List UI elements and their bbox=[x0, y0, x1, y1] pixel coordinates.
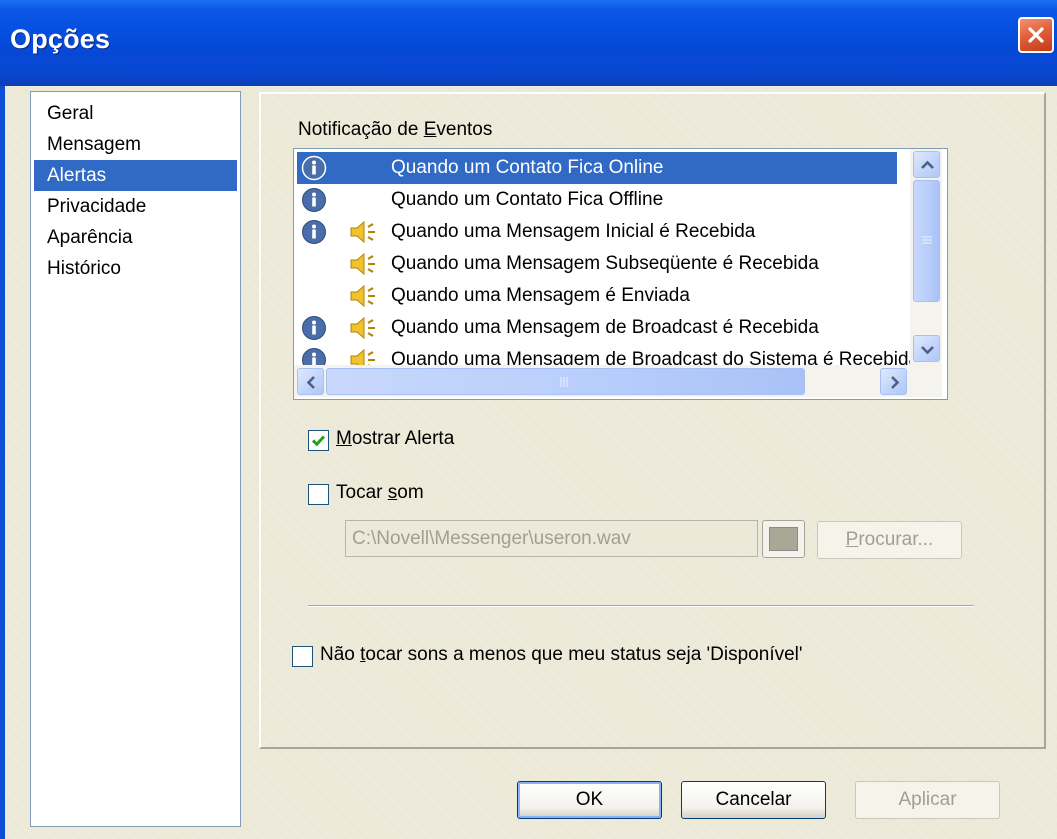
sound-path-field: C:\Novell\Messenger\useron.wav bbox=[345, 520, 758, 557]
nav-item-privacidade[interactable]: Privacidade bbox=[34, 191, 237, 222]
event-row[interactable]: Quando uma Mensagem é Enviada bbox=[297, 280, 897, 312]
chevron-right-icon bbox=[891, 376, 900, 389]
browse-button: Procurar... bbox=[817, 521, 962, 559]
speaker-icon bbox=[350, 316, 375, 340]
vertical-scroll-thumb[interactable] bbox=[913, 180, 940, 302]
category-list: Geral Mensagem Alertas Privacidade Aparê… bbox=[30, 91, 241, 827]
dialog-client-area: Geral Mensagem Alertas Privacidade Aparê… bbox=[5, 86, 1057, 839]
grip-icon bbox=[922, 236, 932, 244]
window-title: Opções bbox=[10, 24, 111, 54]
grip-icon bbox=[560, 377, 568, 387]
options-dialog: Opções Geral Mensagem Alertas Privacidad… bbox=[0, 0, 1057, 839]
scroll-down-button[interactable] bbox=[913, 335, 940, 362]
color-swatch bbox=[769, 527, 798, 551]
horizontal-scrollbar[interactable] bbox=[294, 365, 942, 397]
ok-button[interactable]: OK bbox=[517, 781, 662, 819]
event-text: Quando uma Mensagem Subseqüente é Recebi… bbox=[391, 253, 819, 274]
horizontal-scroll-thumb[interactable] bbox=[326, 368, 805, 395]
cancel-button[interactable]: Cancelar bbox=[681, 781, 826, 819]
events-listbox[interactable]: Quando um Contato Fica Online Quando um … bbox=[293, 148, 948, 400]
chevron-down-icon bbox=[921, 346, 934, 355]
nav-item-geral[interactable]: Geral bbox=[34, 98, 237, 129]
chevron-up-icon bbox=[921, 160, 934, 169]
speaker-icon bbox=[350, 252, 375, 276]
nav-item-aparencia[interactable]: Aparência bbox=[34, 222, 237, 253]
apply-button: Aplicar bbox=[855, 781, 1000, 819]
speaker-icon bbox=[350, 284, 375, 308]
event-row[interactable]: Quando um Contato Fica Online bbox=[297, 152, 897, 184]
info-icon bbox=[301, 155, 327, 181]
event-text: Quando uma Mensagem Inicial é Recebida bbox=[391, 221, 756, 242]
nav-item-mensagem[interactable]: Mensagem bbox=[34, 129, 237, 160]
chevron-left-icon bbox=[306, 376, 315, 389]
scroll-up-button[interactable] bbox=[913, 151, 940, 178]
events-label: Notificação de Eventos bbox=[298, 119, 493, 140]
info-icon bbox=[302, 316, 326, 340]
close-button[interactable] bbox=[1018, 17, 1054, 53]
show-alert-checkbox[interactable] bbox=[308, 430, 329, 451]
separator bbox=[308, 605, 974, 607]
event-text: Quando um Contato Fica Online bbox=[391, 157, 664, 178]
sound-color-button bbox=[762, 520, 805, 558]
event-row[interactable]: Quando uma Mensagem Subseqüente é Recebi… bbox=[297, 248, 897, 280]
event-row[interactable]: Quando um Contato Fica Offline bbox=[297, 184, 897, 216]
info-icon bbox=[302, 220, 326, 244]
scroll-left-button[interactable] bbox=[297, 368, 324, 395]
speaker-icon bbox=[350, 220, 375, 244]
vertical-scrollbar[interactable] bbox=[910, 149, 942, 365]
show-alert-label[interactable]: Mostrar Alerta bbox=[336, 428, 454, 450]
event-row[interactable]: Quando uma Mensagem Inicial é Recebida bbox=[297, 216, 897, 248]
scroll-right-button[interactable] bbox=[880, 368, 907, 395]
nav-item-alertas[interactable]: Alertas bbox=[34, 160, 237, 191]
event-text: Quando uma Mensagem de Broadcast é Receb… bbox=[391, 317, 819, 338]
nav-item-historico[interactable]: Histórico bbox=[34, 253, 237, 284]
checkmark-icon bbox=[311, 435, 326, 447]
no-sound-unless-available-label[interactable]: Não tocar sons a menos que meu status se… bbox=[320, 644, 803, 666]
no-sound-unless-available-checkbox[interactable] bbox=[292, 646, 313, 667]
close-icon bbox=[1028, 27, 1044, 43]
event-text: Quando uma Mensagem é Enviada bbox=[391, 285, 690, 306]
title-bar[interactable]: Opções bbox=[0, 0, 1057, 86]
play-sound-label[interactable]: Tocar som bbox=[336, 482, 424, 504]
event-text: Quando um Contato Fica Offline bbox=[391, 189, 664, 210]
play-sound-checkbox[interactable] bbox=[308, 484, 329, 505]
info-icon bbox=[302, 188, 326, 212]
event-row[interactable]: Quando uma Mensagem de Broadcast é Receb… bbox=[297, 312, 897, 344]
